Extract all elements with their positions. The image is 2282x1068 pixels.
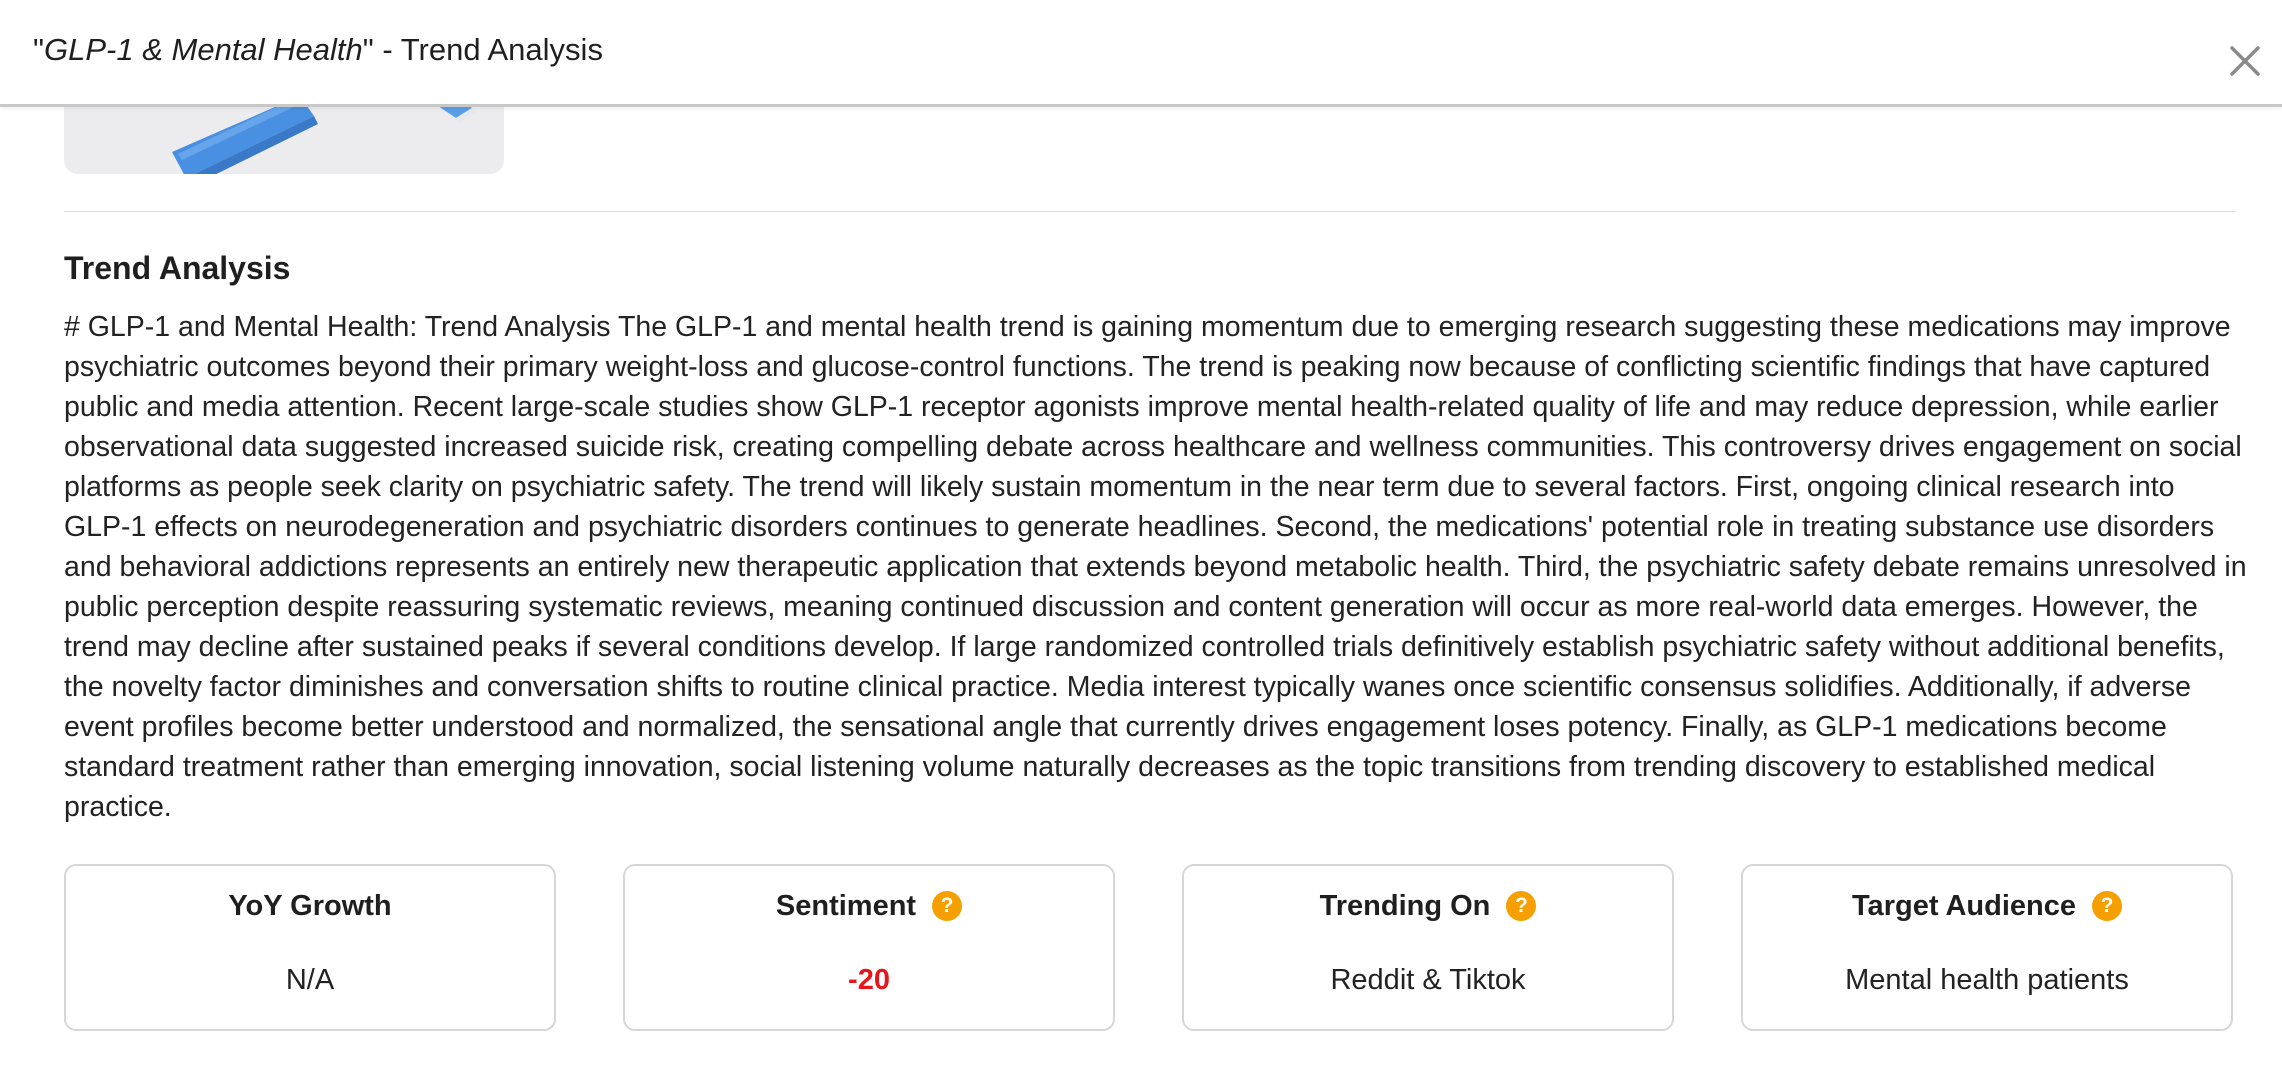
title-topic: GLP-1 & Mental Health [44, 32, 363, 67]
help-icon[interactable]: ? [1506, 891, 1537, 921]
metric-card-trending-on: Trending On ? Reddit & Tiktok [1182, 864, 1674, 1031]
metric-label-row: Trending On ? [1184, 886, 1672, 926]
help-icon[interactable]: ? [932, 891, 963, 921]
modal-title: "GLP-1 & Mental Health" - Trend Analysis [33, 30, 603, 70]
metric-value: N/A [285, 964, 335, 996]
help-icon[interactable]: ? [2092, 891, 2122, 921]
section-title: Trend Analysis [64, 250, 291, 286]
metric-label-row: Target Audience ? [1743, 886, 2231, 926]
metric-label: Target Audience [1852, 890, 2076, 922]
close-button[interactable] [2228, 44, 2262, 78]
metric-card-target-audience: Target Audience ? Mental health patients [1741, 864, 2233, 1031]
modal-header: "GLP-1 & Mental Health" - Trend Analysis [0, 0, 2282, 107]
metric-label: Sentiment [775, 890, 917, 922]
metric-label: YoY Growth [228, 890, 392, 922]
metric-label-row: YoY Growth [66, 886, 554, 926]
trend-analysis-body: # GLP-1 and Mental Health: Trend Analysi… [64, 311, 2247, 823]
title-suffix: " - Trend Analysis [362, 32, 603, 67]
metric-value: -20 [848, 964, 890, 996]
metric-value: Reddit & Tiktok [1330, 964, 1526, 996]
metric-label: Trending On [1319, 890, 1491, 922]
trend-analysis-modal: "GLP-1 & Mental Health" - Trend Analysis… [0, 0, 2282, 1068]
metric-value: Mental health patients [1845, 964, 2129, 996]
section-divider [64, 211, 2236, 212]
metric-card-sentiment: Sentiment ? -20 [623, 864, 1115, 1031]
title-prefix: " [33, 32, 45, 67]
metric-label-row: Sentiment ? [625, 886, 1113, 926]
metric-card-yoy-growth: YoY Growth N/A [64, 864, 556, 1031]
close-icon [2230, 46, 2260, 76]
